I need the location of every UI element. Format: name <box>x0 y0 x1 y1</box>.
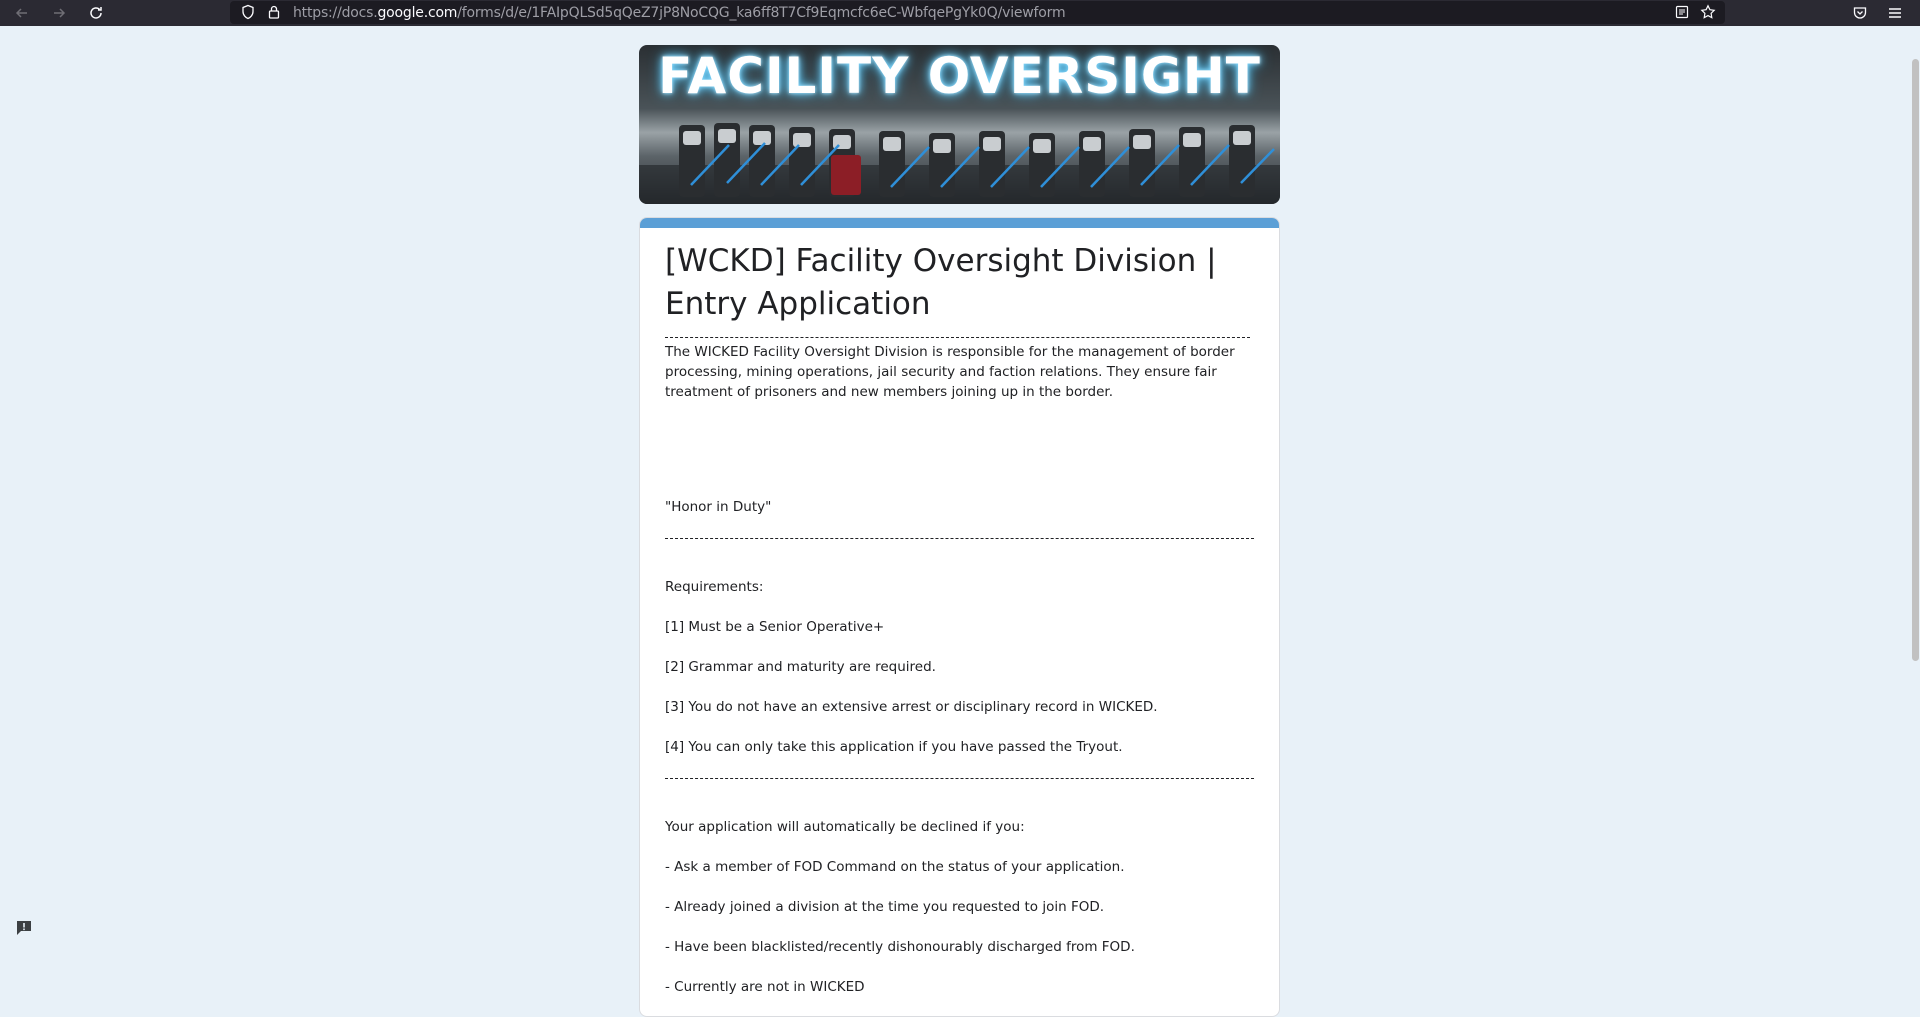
address-bar[interactable]: https://docs.google.com/forms/d/e/1FAIpQ… <box>230 1 1725 24</box>
reader-view-icon[interactable] <box>1674 4 1690 20</box>
form-description: The WICKED Facility Oversight Division i… <box>665 342 1255 402</box>
back-button[interactable] <box>7 0 37 26</box>
forward-button[interactable] <box>44 0 74 26</box>
report-feedback-button[interactable] <box>13 917 35 939</box>
hamburger-menu-icon <box>1889 8 1901 18</box>
feedback-icon <box>17 921 31 935</box>
card-accent-bar <box>640 218 1279 228</box>
arrow-right-icon <box>54 8 66 18</box>
shield-icon[interactable] <box>240 4 256 20</box>
motto-text: "Honor in Duty" <box>665 499 772 515</box>
decline-heading: Your application will automatically be d… <box>665 819 1025 835</box>
url-text[interactable]: https://docs.google.com/forms/d/e/1FAIpQ… <box>293 5 1066 21</box>
reload-icon <box>90 7 102 19</box>
reload-button[interactable] <box>81 0 111 26</box>
pocket-icon <box>1853 7 1867 19</box>
requirement-item: [3] You do not have an extensive arrest … <box>665 699 1158 715</box>
header-banner-image: FACILITY OVERSIGHT <box>639 45 1280 204</box>
bookmark-star-icon[interactable] <box>1700 4 1716 20</box>
decline-reason-item: - Currently are not in WICKED <box>665 979 865 995</box>
banner-soldiers-illustration <box>639 123 1280 204</box>
requirement-item: [2] Grammar and maturity are required. <box>665 659 936 675</box>
scrollbar-thumb[interactable] <box>1912 59 1919 661</box>
requirements-heading: Requirements: <box>665 579 764 595</box>
page-scrollbar[interactable] <box>1911 26 1920 957</box>
form-title: [WCKD] Facility Oversight Division | Ent… <box>665 243 1217 322</box>
decline-reason-item: - Ask a member of FOD Command on the sta… <box>665 859 1125 875</box>
divider <box>665 337 1250 338</box>
form-container: FACILITY OVERSIGHT [WCKD] Facility Overs… <box>639 45 1280 1017</box>
divider <box>665 778 1254 779</box>
browser-toolbar: https://docs.google.com/forms/d/e/1FAIpQ… <box>0 0 1920 26</box>
requirement-item: [4] You can only take this application i… <box>665 739 1123 755</box>
menu-button[interactable] <box>1880 0 1910 26</box>
arrow-left-icon <box>15 8 27 18</box>
lock-icon[interactable] <box>266 4 282 20</box>
intro-paragraph: The WICKED Facility Oversight Division i… <box>665 344 1235 400</box>
decline-reason-item: - Already joined a division at the time … <box>665 899 1105 915</box>
decline-reason-item: - Have been blacklisted/recently dishono… <box>665 939 1135 955</box>
divider <box>665 538 1254 539</box>
requirement-item: [1] Must be a Senior Operative+ <box>665 619 885 635</box>
form-header-card: [WCKD] Facility Oversight Division | Ent… <box>639 217 1280 1017</box>
pocket-button[interactable] <box>1845 0 1875 26</box>
